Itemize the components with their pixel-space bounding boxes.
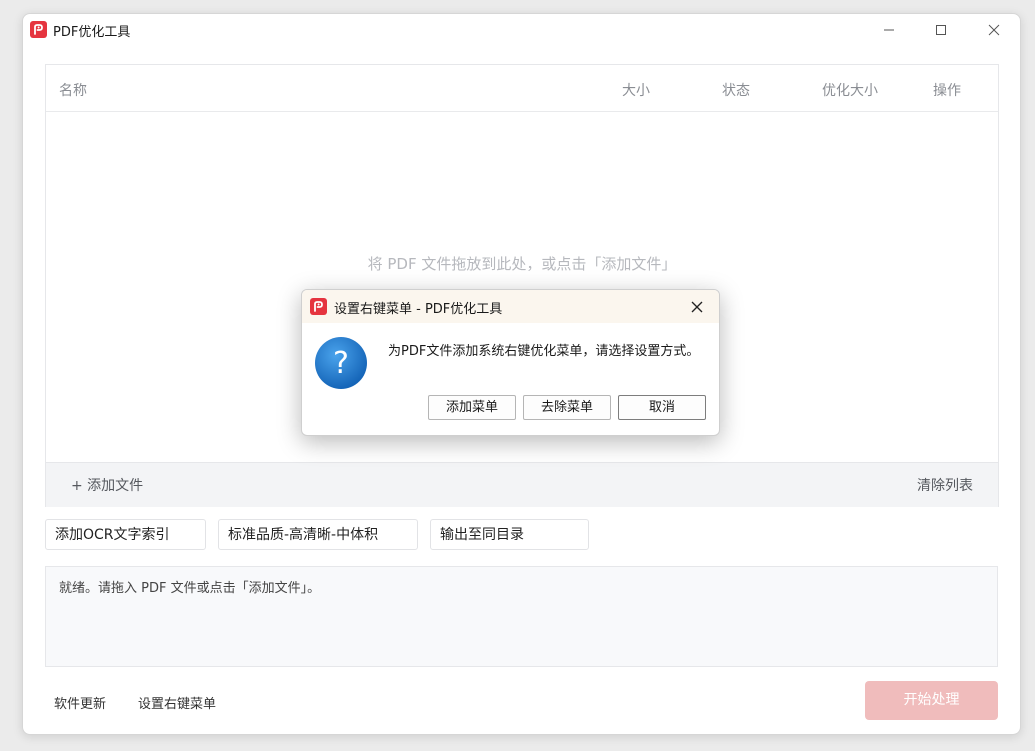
dialog-title-bar: 设置右键菜单 - PDF优化工具 — [302, 290, 719, 323]
close-window-button[interactable] — [971, 14, 1017, 46]
dialog-title: 设置右键菜单 - PDF优化工具 — [334, 302, 503, 317]
minimize-icon — [884, 29, 894, 31]
maximize-icon — [936, 25, 946, 35]
pdf-logo-icon — [310, 298, 327, 315]
add-file-button[interactable]: + 添加文件 — [71, 475, 143, 495]
ocr-option-select[interactable]: 添加OCR文字索引 — [45, 519, 206, 550]
software-update-link[interactable]: 软件更新 — [54, 693, 106, 712]
column-name: 名称 — [59, 83, 87, 99]
remove-menu-button[interactable]: 去除菜单 — [523, 395, 611, 420]
column-status: 状态 — [722, 83, 750, 99]
file-list-header: 名称 大小 状态 优化大小 操作 — [46, 65, 998, 112]
status-log: 就绪。请拖入 PDF 文件或点击「添加文件」。 — [45, 566, 998, 667]
context-menu-dialog: 设置右键菜单 - PDF优化工具 ? 为PDF文件添加系统右键优化菜单，请选择设… — [301, 289, 720, 436]
title-bar: PDF优化工具 — [23, 14, 1020, 46]
column-size: 大小 — [622, 83, 650, 99]
close-icon — [988, 24, 1000, 36]
context-menu-setup-link[interactable]: 设置右键菜单 — [138, 693, 216, 712]
minimize-button[interactable] — [866, 14, 912, 46]
drop-zone-hint: 将 PDF 文件拖放到此处，或点击「添加文件」 — [367, 255, 677, 273]
status-log-text: 就绪。请拖入 PDF 文件或点击「添加文件」。 — [59, 581, 321, 596]
add-menu-button[interactable]: 添加菜单 — [428, 395, 516, 420]
maximize-button[interactable] — [918, 14, 964, 46]
dialog-close-button[interactable] — [684, 294, 710, 319]
file-list-footer: + 添加文件 清除列表 — [46, 462, 998, 507]
clear-list-button[interactable]: 清除列表 — [917, 475, 973, 495]
close-icon — [691, 301, 703, 312]
cancel-button[interactable]: 取消 — [618, 395, 706, 420]
file-list[interactable]: 名称 大小 状态 优化大小 操作 将 PDF 文件拖放到此处，或点击「添加文件」… — [45, 64, 999, 507]
column-optimized-size: 优化大小 — [822, 83, 878, 99]
column-action: 操作 — [933, 83, 961, 99]
quality-option-select[interactable]: 标准品质-高清晰-中体积 — [218, 519, 418, 550]
window-title: PDF优化工具 — [53, 25, 131, 40]
pdf-logo-icon — [30, 21, 47, 38]
output-option-select[interactable]: 输出至同目录 — [430, 519, 589, 550]
question-icon: ? — [315, 337, 367, 389]
svg-text:?: ? — [333, 346, 349, 381]
start-processing-button[interactable]: 开始处理 — [865, 681, 998, 720]
dialog-message: 为PDF文件添加系统右键优化菜单，请选择设置方式。 — [388, 344, 700, 359]
